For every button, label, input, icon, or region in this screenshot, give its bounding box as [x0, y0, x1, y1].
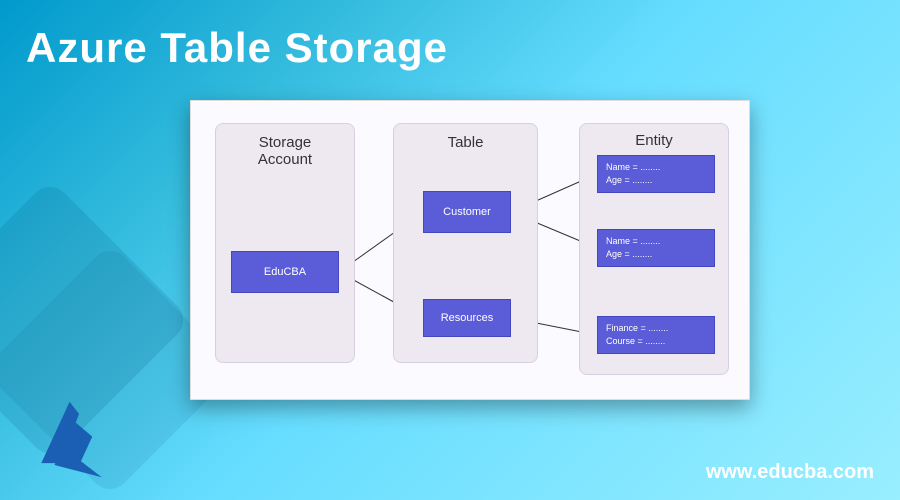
node-entity-2: Name = ........ Age = ........ — [597, 229, 715, 267]
entity-prop: Name = ........ — [606, 235, 660, 248]
node-customer: Customer — [423, 191, 511, 233]
entity-prop: Age = ........ — [606, 174, 652, 187]
diagram-inner: Storage Account Table Entity EduCBA Cust… — [191, 101, 749, 399]
node-entity-3: Finance = ........ Course = ........ — [597, 316, 715, 354]
node-label: EduCBA — [264, 266, 306, 278]
entity-prop: Course = ........ — [606, 335, 665, 348]
node-educba: EduCBA — [231, 251, 339, 293]
node-label: Customer — [443, 206, 491, 218]
diagram-container: Storage Account Table Entity EduCBA Cust… — [190, 100, 750, 400]
entity-prop: Name = ........ — [606, 161, 660, 174]
entity-prop: Finance = ........ — [606, 322, 668, 335]
entity-prop: Age = ........ — [606, 248, 652, 261]
column-header-table: Table — [394, 124, 537, 157]
column-storage-account: Storage Account — [215, 123, 355, 363]
node-resources: Resources — [423, 299, 511, 337]
node-label: Resources — [441, 312, 494, 324]
node-entity-1: Name = ........ Age = ........ — [597, 155, 715, 193]
page-title: Azure Table Storage — [26, 24, 448, 72]
column-header-storage-account: Storage Account — [216, 124, 354, 174]
azure-logo-icon — [24, 397, 119, 482]
website-url: www.educba.com — [706, 461, 874, 484]
column-header-entity: Entity — [580, 124, 728, 155]
